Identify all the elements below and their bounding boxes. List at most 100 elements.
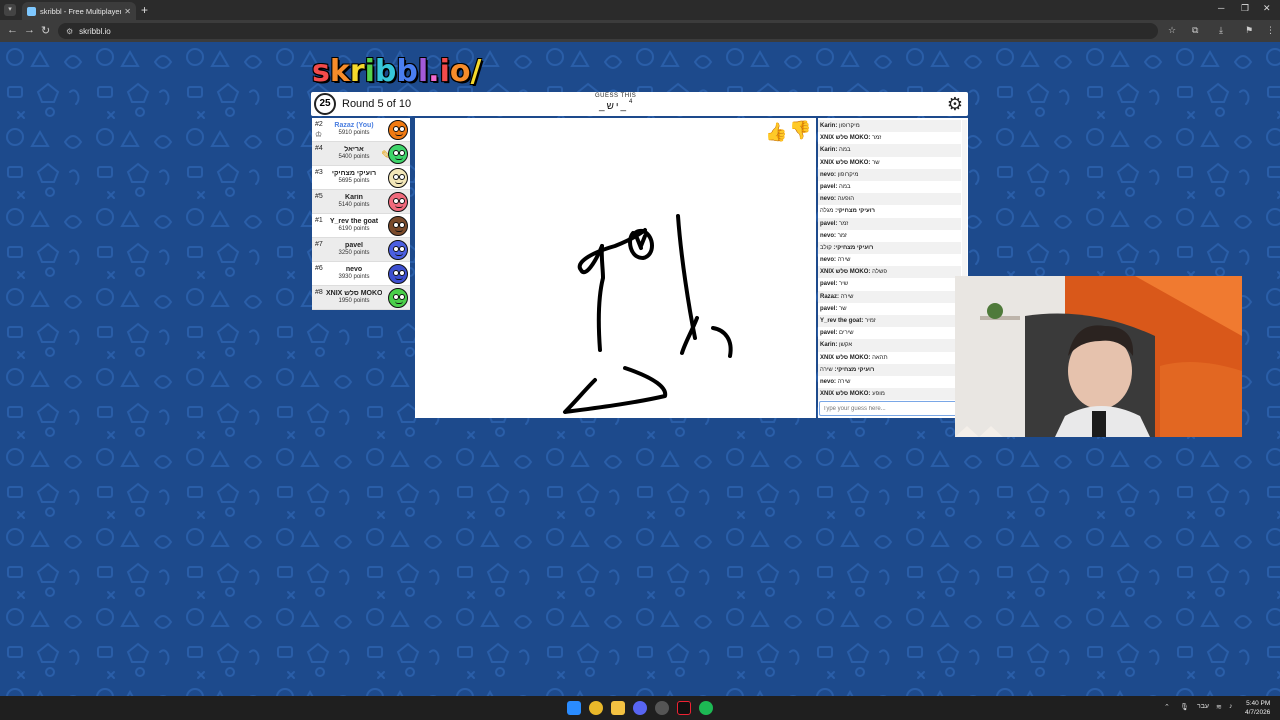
chat-message: רועיקי מצחיקי: קולב bbox=[818, 241, 961, 255]
drawing-strokes bbox=[563, 214, 733, 414]
minimize-icon[interactable]: ─ bbox=[1218, 3, 1224, 13]
player-points: 5140 points bbox=[338, 202, 370, 208]
thumbs-up-icon[interactable]: 👍 bbox=[765, 122, 787, 143]
start-icon[interactable] bbox=[567, 701, 581, 715]
round-counter: Round 5 of 10 bbox=[342, 98, 412, 110]
chat-text: אקשן bbox=[839, 342, 853, 349]
chat-message: pavel: שירים bbox=[818, 327, 961, 339]
translate-icon[interactable]: ⚑ bbox=[1245, 25, 1253, 36]
player-row[interactable]: #6 nevo 3930 points bbox=[312, 262, 410, 286]
player-row[interactable]: #2 ♔ Razaz (You) 5910 points bbox=[312, 118, 410, 142]
chat-text: פשלה bbox=[872, 269, 887, 276]
chat-author: pavel: bbox=[820, 183, 838, 190]
chat-text: מיקרופון bbox=[839, 123, 860, 129]
guess-input[interactable] bbox=[819, 401, 965, 416]
url-field[interactable]: ⚙ skribbl.io bbox=[58, 23, 1158, 39]
settings-gear-icon[interactable]: ⚙ bbox=[945, 94, 965, 114]
chat-author: Razaz: bbox=[820, 293, 840, 300]
close-window-icon[interactable]: ✕ bbox=[1263, 3, 1271, 14]
chat-text: שירים bbox=[839, 330, 854, 337]
chat-message: Karin: אקשן bbox=[818, 339, 961, 352]
site-info-icon[interactable]: ⚙ bbox=[66, 27, 73, 36]
browser-tab[interactable]: skribbl - Free Multiplayer Drawing ✕ bbox=[22, 2, 136, 20]
menu-icon[interactable]: ⋮ bbox=[1266, 25, 1275, 36]
player-row[interactable]: #3 רועיקי מצחיקי 5695 points bbox=[312, 166, 410, 190]
timer-clock: 25 bbox=[314, 93, 336, 115]
file-explorer-icon[interactable] bbox=[611, 701, 625, 715]
chat-text: זמר bbox=[839, 220, 849, 227]
player-row[interactable]: #7 pavel 3250 points bbox=[312, 238, 410, 262]
word-hint: _יש_ bbox=[599, 101, 629, 112]
chat-author: XNIX סלש MOKO: bbox=[820, 391, 871, 398]
webcam-overlay bbox=[955, 276, 1242, 437]
chat-author: pavel: bbox=[820, 330, 838, 337]
player-row[interactable]: #4 אריאל 5400 points ✎ bbox=[312, 142, 410, 166]
chat-author: XNIX סלש MOKO: bbox=[820, 159, 871, 166]
tab-menu-icon[interactable]: ▾ bbox=[4, 4, 16, 16]
volume-icon[interactable]: ♪ bbox=[1229, 703, 1233, 710]
tray-chevron-icon[interactable]: ⌃ bbox=[1164, 703, 1170, 711]
thumbs-down-icon[interactable]: 👎 bbox=[789, 120, 811, 141]
chat-text: הופעה bbox=[837, 196, 855, 203]
player-name: אריאל bbox=[344, 146, 364, 153]
chrome-icon[interactable] bbox=[589, 701, 603, 715]
reload-icon[interactable]: ↻ bbox=[41, 24, 50, 37]
chat-message: nevo: מיקרופון bbox=[818, 168, 961, 181]
new-tab-icon[interactable]: + bbox=[141, 3, 148, 17]
taskbar-clock[interactable]: 5:40 PM 4/7/2026 bbox=[1245, 699, 1270, 717]
chat-author: Karin: bbox=[820, 147, 838, 154]
player-rank: #8 bbox=[315, 289, 323, 296]
avatar bbox=[388, 240, 408, 260]
tab-close-icon[interactable]: ✕ bbox=[124, 7, 131, 16]
chat-message: pavel: שיר bbox=[818, 278, 961, 290]
player-row[interactable]: #8XNIX סלש MOKO1950 pointsמופע bbox=[312, 286, 437, 310]
chat-author: nevo: bbox=[820, 257, 837, 264]
player-rank: #6 bbox=[315, 265, 323, 272]
player-rank: #3 bbox=[315, 169, 323, 176]
chat-message: Karin: מיקרופון bbox=[818, 120, 961, 133]
chat-text: שר bbox=[839, 305, 847, 312]
bookmark-star-icon[interactable]: ☆ bbox=[1168, 25, 1176, 36]
drawing-canvas[interactable]: 👍 👎 bbox=[415, 118, 816, 418]
chat-author: nevo: bbox=[820, 232, 837, 239]
chat-message: XNIX סלש MOKO: מופע bbox=[818, 388, 961, 401]
chat-text: שירה bbox=[820, 366, 833, 373]
download-icon[interactable]: ⤓ bbox=[1219, 25, 1223, 36]
chat-text: קולב bbox=[820, 244, 832, 251]
chat-message: nevo: שירה bbox=[818, 254, 961, 266]
chat-author: רועיקי מצחיקי: bbox=[835, 208, 876, 215]
skribbl-logo: skribbl.io/ bbox=[312, 54, 482, 89]
spotify-icon[interactable] bbox=[699, 701, 713, 715]
avatar bbox=[388, 192, 408, 212]
favicon-icon bbox=[27, 6, 36, 16]
maximize-icon[interactable]: ❐ bbox=[1241, 3, 1249, 14]
wifi-icon[interactable]: ≋ bbox=[1216, 703, 1222, 711]
player-row[interactable]: #1 Y_rev the goat 6190 points bbox=[312, 214, 410, 238]
player-points: 1950 points bbox=[338, 298, 370, 304]
chat-text: זמר bbox=[872, 135, 882, 142]
forward-icon[interactable]: → bbox=[24, 24, 35, 36]
player-points: 3930 points bbox=[338, 274, 370, 280]
chat-message: pavel: שר bbox=[818, 303, 961, 315]
player-row[interactable]: #5 Karin 5140 points bbox=[312, 190, 410, 214]
language-indicator[interactable]: עבר bbox=[1197, 703, 1209, 710]
back-icon[interactable]: ← bbox=[7, 24, 18, 36]
chat-message: pavel: במה bbox=[818, 181, 961, 193]
tiktok-icon[interactable] bbox=[677, 701, 691, 715]
discord-icon[interactable] bbox=[633, 701, 647, 715]
avatar bbox=[388, 216, 408, 236]
webcam-image bbox=[955, 276, 1242, 437]
chat-message: Y_rev the goat: זמיר bbox=[818, 315, 961, 328]
chat-message: nevo: הופעה bbox=[818, 193, 961, 206]
crown-icon: ♔ bbox=[315, 130, 323, 139]
extensions-icon[interactable]: ⧉ bbox=[1192, 25, 1198, 36]
obs-icon[interactable] bbox=[655, 701, 669, 715]
player-name: Karin bbox=[345, 194, 363, 201]
player-points: 6190 points bbox=[338, 226, 370, 232]
player-rank: #2 bbox=[315, 121, 323, 128]
chat-text: מיקרופון bbox=[837, 171, 859, 178]
game-header: 25 Round 5 of 10 GUESS THIS _יש_ 4 ⚙ bbox=[311, 92, 968, 116]
chat-text: מגלה bbox=[820, 208, 834, 215]
microphone-icon[interactable]: 🎙 bbox=[1180, 703, 1189, 711]
address-bar: ← → ↻ ⚙ skribbl.io ☆ ⧉ ⤓ ⚑ ⋮ bbox=[0, 20, 1280, 42]
